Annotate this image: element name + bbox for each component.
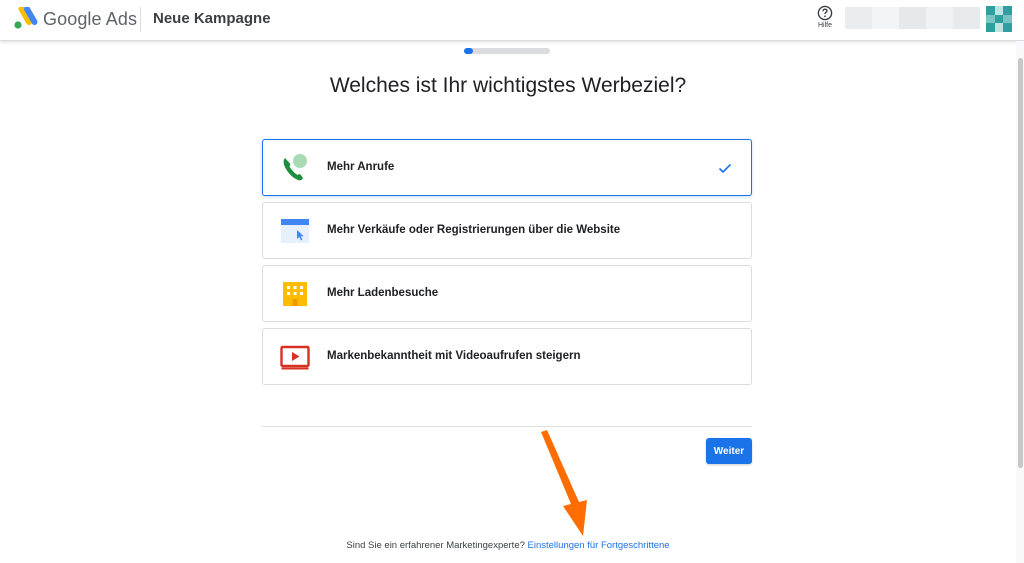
- goal-option-label: Markenbekanntheit mit Videoaufrufen stei…: [327, 350, 581, 362]
- help-label: Hilfe: [817, 22, 832, 29]
- next-button[interactable]: Weiter: [706, 438, 752, 464]
- top-bar: Google Ads Neue Kampagne Hilfe: [0, 0, 1024, 41]
- campaign-title: Neue Kampagne: [153, 10, 271, 27]
- goal-option-brand-awareness[interactable]: Markenbekanntheit mit Videoaufrufen stei…: [262, 328, 752, 385]
- google-ads-logo-icon[interactable]: [12, 7, 38, 31]
- goal-option-label: Mehr Anrufe: [327, 161, 395, 173]
- checkmark-icon: [718, 163, 732, 174]
- goal-option-label: Mehr Verkäufe oder Registrierungen über …: [327, 224, 621, 236]
- progress-bar: [464, 48, 550, 54]
- goal-option-website[interactable]: Mehr Verkäufe oder Registrierungen über …: [262, 202, 752, 259]
- help-button[interactable]: Hilfe: [812, 5, 838, 37]
- brand-name: Google Ads: [43, 9, 138, 29]
- progress-bar-fill: [464, 48, 473, 54]
- annotation-arrow-icon: [541, 430, 587, 536]
- website-icon: [281, 219, 309, 243]
- footer: Sind Sie ein erfahrener Marketingexperte…: [0, 540, 1016, 551]
- store-icon: [283, 282, 307, 306]
- header-divider: [140, 7, 141, 32]
- avatar[interactable]: [986, 6, 1012, 32]
- goal-option-store-visits[interactable]: Mehr Ladenbesuche: [262, 265, 752, 322]
- phone-icon: [283, 154, 307, 181]
- goal-option-calls[interactable]: Mehr Anrufe: [262, 139, 752, 196]
- advanced-settings-link[interactable]: Einstellungen für Fortgeschrittene: [528, 540, 670, 551]
- account-info-blurred[interactable]: [845, 7, 980, 29]
- help-icon: [817, 5, 833, 21]
- footer-text: Sind Sie ein erfahrener Marketingexperte…: [346, 540, 525, 551]
- goal-options-list: Mehr Anrufe Mehr Verkäufe oder Registrie…: [262, 139, 752, 391]
- video-icon: [280, 345, 310, 370]
- goal-option-label: Mehr Ladenbesuche: [327, 287, 439, 299]
- section-divider: [262, 426, 752, 427]
- page-title: Welches ist Ihr wichtigstes Werbeziel?: [329, 74, 687, 97]
- scrollbar-thumb[interactable]: [1018, 58, 1023, 468]
